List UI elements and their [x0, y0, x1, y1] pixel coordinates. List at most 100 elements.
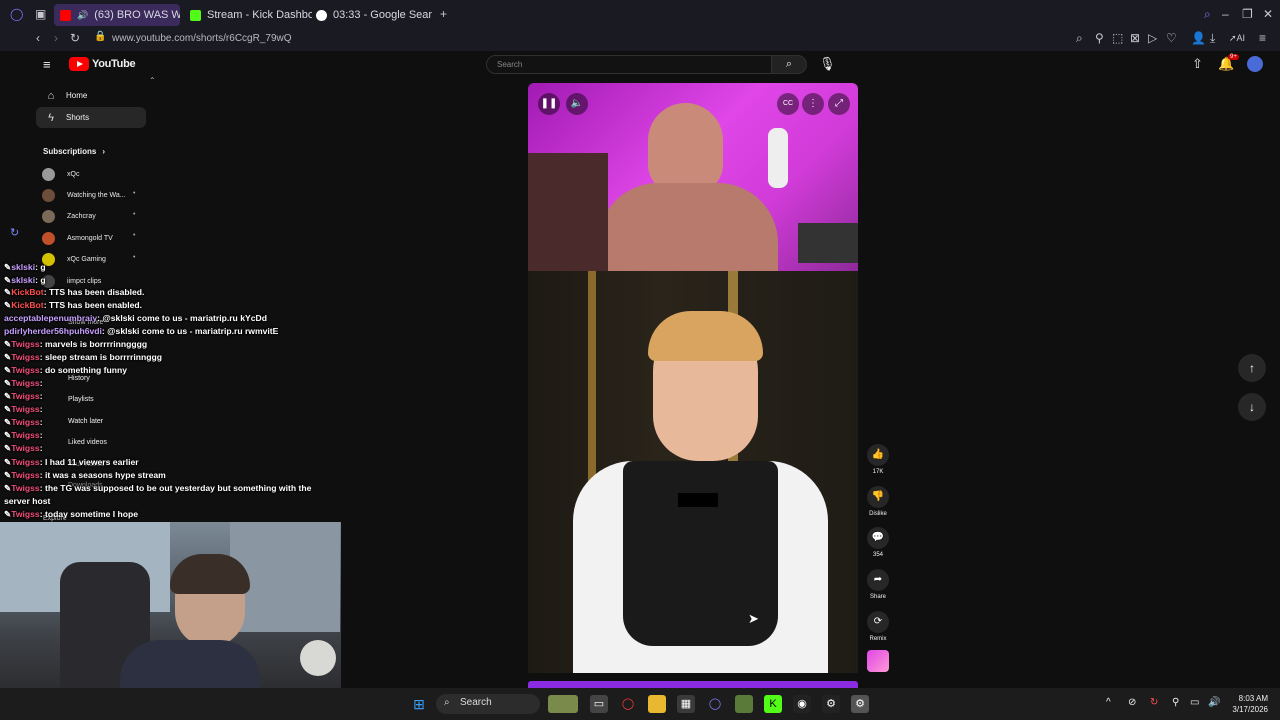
channel-name: xQc — [67, 170, 80, 178]
volume-icon[interactable]: 🔊 — [1208, 697, 1220, 708]
youtube-play-icon — [69, 57, 89, 71]
ai-button[interactable]: ➚AI — [1229, 33, 1245, 44]
sidebar-item-label: Shorts — [66, 113, 90, 122]
speaker-icon: 🔊 — [77, 9, 89, 20]
like-button[interactable]: 👍 17K — [866, 444, 890, 475]
taskbar-widget-icon[interactable] — [548, 695, 578, 713]
taskbar-date[interactable]: 3/17/2026 — [1232, 705, 1268, 714]
minecraft-icon[interactable] — [735, 695, 753, 713]
audio-track-thumbnail[interactable] — [867, 650, 889, 672]
adblock-icon[interactable]: ⊠ — [1130, 31, 1140, 45]
opera-taskbar-icon[interactable]: ◯ — [619, 695, 637, 713]
search-tabs-icon[interactable]: ⌕ — [1204, 7, 1211, 22]
subscription-item[interactable]: Asmongold TV — [42, 229, 113, 247]
app-icon[interactable]: ⚙ — [822, 695, 840, 713]
menu-icon[interactable]: ≡ — [1259, 31, 1266, 45]
remix-button[interactable]: ⟳ Remix — [866, 611, 890, 642]
next-short-button[interactable]: ↓ — [1238, 393, 1266, 421]
restore-icon[interactable]: ❐ — [1242, 7, 1253, 21]
dislike-button[interactable]: 👎 Dislike — [866, 486, 890, 517]
sidebar-item-playlists[interactable]: Playlists — [68, 396, 94, 403]
pin-icon[interactable]: ⚲ — [1095, 31, 1104, 45]
windows-start-icon[interactable]: ⊞ — [410, 695, 428, 713]
subscriptions-label: Subscriptions — [43, 147, 97, 156]
share-button[interactable]: ➦ Share — [866, 569, 890, 600]
tab-label: 03:33 - Google Search — [333, 9, 432, 21]
file-explorer-icon[interactable] — [648, 695, 666, 713]
tab-kick-dashboard[interactable]: Stream - Kick Dashboard — [184, 4, 312, 26]
opera-logo-icon[interactable]: ◯ — [10, 7, 23, 21]
microphone-icon[interactable]: 🎙 — [819, 56, 836, 72]
collapse-icon[interactable]: ⌃ — [149, 76, 156, 85]
volume-button[interactable]: 🔈 — [566, 93, 588, 115]
tray-icon[interactable]: ⚲ — [1172, 697, 1179, 708]
tab-label: (63) BRO WAS WAITIN — [94, 9, 180, 21]
shorts-video-player[interactable]: ❚❚ 🔈 CC ⋮ ⤢ ➤ — [528, 83, 858, 673]
url-field[interactable]: www.youtube.com/shorts/r6CcgR_79wQ — [112, 33, 292, 44]
sidebar-item-home[interactable]: ⌂ Home — [36, 85, 146, 106]
remix-label: Remix — [869, 636, 887, 642]
tab-google-search[interactable]: 03:33 - Google Search — [310, 4, 432, 26]
video-person-body — [598, 183, 778, 273]
new-tab-icon[interactable]: + — [440, 7, 447, 21]
minimize-icon[interactable]: – — [1222, 7, 1229, 21]
home-icon: ⌂ — [47, 89, 55, 102]
video-progress-bar[interactable] — [528, 681, 858, 688]
play-icon[interactable]: ▷ — [1148, 31, 1157, 45]
channel-name: xQc Gaming — [67, 255, 106, 263]
close-window-icon[interactable]: ✕ — [1263, 7, 1273, 21]
sidebar-item-shorts[interactable]: ϟ Shorts — [36, 107, 146, 128]
subscription-item[interactable]: Watching the Wa... — [42, 186, 126, 204]
previous-short-button[interactable]: ↑ — [1238, 354, 1266, 382]
tab-youtube[interactable]: 🔊 (63) BRO WAS WAITIN — [54, 4, 180, 26]
browser-tab-bar: ◯ ▣ 🔊 (63) BRO WAS WAITIN Stream - Kick … — [0, 0, 1280, 29]
tray-icon[interactable]: ↻ — [1150, 697, 1158, 708]
more-options-button[interactable]: ⋮ — [802, 93, 824, 115]
tray-icon[interactable]: ⊘ — [1128, 697, 1136, 708]
subscription-item[interactable]: xQc Gaming — [42, 250, 106, 268]
reload-icon[interactable]: ↻ — [70, 31, 80, 45]
avatar[interactable] — [1247, 56, 1263, 72]
task-view-icon[interactable]: ▭ — [590, 695, 608, 713]
comments-button[interactable]: 💬 354 — [866, 527, 890, 558]
pause-button[interactable]: ❚❚ — [538, 93, 560, 115]
forward-icon[interactable]: › — [54, 31, 58, 45]
subscription-item[interactable]: xQc — [42, 165, 79, 183]
sidebar-item-history[interactable]: History — [68, 375, 90, 382]
back-icon[interactable]: ‹ — [36, 31, 40, 45]
sidebar-item-watch-later[interactable]: Watch later — [68, 418, 103, 425]
profile-icon[interactable]: 👤 — [1191, 31, 1206, 45]
search-input[interactable]: Search — [486, 55, 772, 74]
settings-icon[interactable]: ⚙ — [851, 695, 869, 713]
chat-username: Twigss — [11, 365, 40, 375]
monitor-icon[interactable]: ▭ — [1190, 697, 1199, 708]
chat-text: marvels is borrrrinngggg — [44, 339, 148, 349]
hamburger-icon[interactable]: ≡ — [43, 57, 51, 72]
search-button[interactable]: ⌕ — [771, 55, 807, 74]
obs-icon[interactable]: ◉ — [793, 695, 811, 713]
upload-icon[interactable]: ⇧ — [1192, 56, 1203, 72]
chat-message: ✎sklski: g — [4, 262, 46, 272]
chat-username: Twigss — [11, 391, 40, 401]
subscription-item[interactable]: Zachcray — [42, 207, 96, 225]
store-icon[interactable]: ▦ — [677, 695, 695, 713]
like-count: 17K — [872, 469, 884, 475]
screenshot-icon[interactable]: ⬚ — [1112, 31, 1123, 45]
taskbar-search[interactable]: ⌕ Search — [436, 694, 540, 714]
heart-icon[interactable]: ♡ — [1166, 31, 1177, 45]
sidebar-item-liked-videos[interactable]: Liked videos — [68, 439, 107, 446]
taskbar-time[interactable]: 8:03 AM — [1239, 694, 1268, 703]
arrow-up-icon: ↑ — [1249, 361, 1255, 375]
live-dot: • — [133, 190, 136, 197]
chevron-up-icon[interactable]: ^ — [1106, 697, 1111, 708]
app-icon[interactable]: ◯ — [706, 695, 724, 713]
kick-icon[interactable]: K — [764, 695, 782, 713]
chat-username: Twigss — [11, 339, 40, 349]
captions-button[interactable]: CC — [777, 93, 799, 115]
subscriptions-heading[interactable]: Subscriptions › — [43, 147, 105, 156]
fullscreen-button[interactable]: ⤢ — [828, 93, 850, 115]
tab-menu-icon[interactable]: ▣ — [35, 7, 46, 21]
zoom-icon[interactable]: ⌕ — [1076, 31, 1083, 46]
download-icon[interactable]: ⤓ — [1210, 31, 1215, 46]
youtube-logo[interactable]: YouTube — [69, 57, 136, 71]
